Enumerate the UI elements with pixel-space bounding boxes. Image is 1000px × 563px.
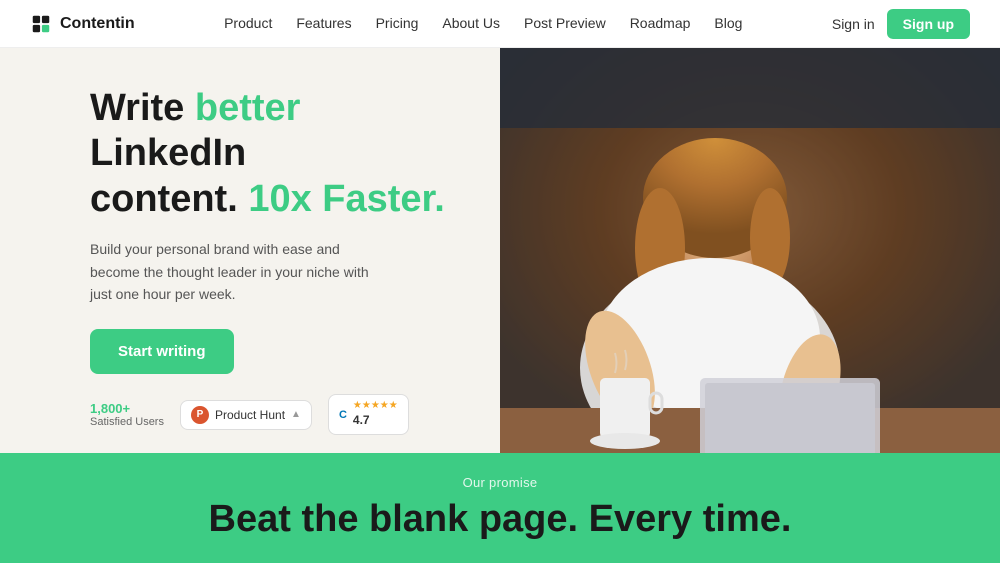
hero-title: Write better LinkedIncontent. 10x Faster… [90, 86, 460, 223]
users-label: Satisfied Users [90, 416, 164, 428]
title-linkedin: LinkedIncontent. [90, 132, 248, 220]
capterra-rating: 4.7 [353, 413, 370, 427]
producthunt-arrow-icon: ▲ [291, 409, 301, 420]
capterra-info: ★★★★★ 4.7 [353, 400, 398, 429]
nav-features[interactable]: Features [296, 15, 351, 31]
brand-name: Contentin [60, 15, 135, 33]
nav-post-preview[interactable]: Post Preview [524, 15, 606, 31]
hero-badges: 1,800+ Satisfied Users P Product Hunt ▲ … [90, 394, 460, 435]
hero-subtitle: Build your personal brand with ease and … [90, 238, 390, 305]
producthunt-label: Product Hunt [215, 408, 285, 422]
hero-content: Write better LinkedIncontent. 10x Faster… [0, 48, 500, 453]
capterra-stars: ★★★★★ [353, 400, 398, 411]
producthunt-badge[interactable]: P Product Hunt ▲ [180, 400, 312, 430]
nav-blog[interactable]: Blog [714, 15, 742, 31]
producthunt-icon: P [191, 406, 209, 424]
hero-illustration [500, 48, 1000, 453]
users-badge: 1,800+ Satisfied Users [90, 401, 164, 428]
capterra-icon: C [339, 409, 347, 421]
promise-label: Our promise [463, 475, 538, 490]
navbar: Contentin Product Features Pricing About… [0, 0, 1000, 48]
promise-section: Our promise Beat the blank page. Every t… [0, 453, 1000, 563]
nav-pricing[interactable]: Pricing [376, 15, 419, 31]
title-write: Write [90, 87, 195, 129]
nav-actions: Sign in Sign up [832, 9, 970, 39]
hero-photo-bg [500, 48, 1000, 453]
capterra-badge[interactable]: C ★★★★★ 4.7 [328, 394, 409, 435]
logo[interactable]: Contentin [30, 13, 135, 35]
hero-section: Write better LinkedIncontent. 10x Faster… [0, 48, 1000, 453]
signin-button[interactable]: Sign in [832, 16, 875, 32]
nav-menu: Product Features Pricing About Us Post P… [224, 15, 742, 33]
promise-title: Beat the blank page. Every time. [209, 498, 792, 541]
title-better: better [195, 87, 301, 129]
nav-roadmap[interactable]: Roadmap [630, 15, 691, 31]
nav-about[interactable]: About Us [442, 15, 500, 31]
hero-image [500, 48, 1000, 453]
nav-product[interactable]: Product [224, 15, 272, 31]
users-count: 1,800+ [90, 401, 164, 416]
signup-button[interactable]: Sign up [887, 9, 970, 39]
start-writing-button[interactable]: Start writing [90, 329, 234, 374]
logo-icon [30, 13, 52, 35]
title-faster: 10x Faster. [248, 178, 444, 220]
